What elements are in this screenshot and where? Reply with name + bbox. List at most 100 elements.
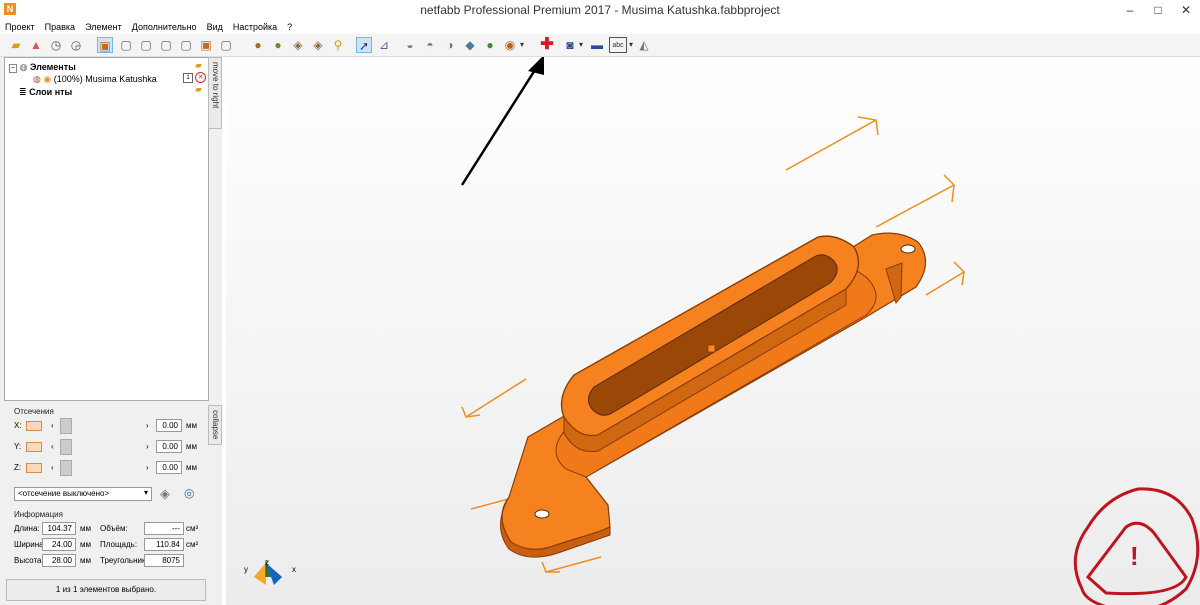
menu-extra[interactable]: Дополнительно bbox=[127, 20, 202, 34]
history-icon[interactable]: ◶ bbox=[68, 37, 84, 53]
tree-part-row[interactable]: ◍ ◉ (100%) Musima Katushka bbox=[33, 73, 157, 85]
folder-icon[interactable]: ▰ bbox=[195, 60, 202, 71]
annotation-arrow bbox=[460, 61, 542, 186]
elements-icon: ◍ bbox=[19, 62, 28, 72]
layer-icon[interactable]: ◒ bbox=[402, 37, 418, 53]
collapse-icon[interactable]: − bbox=[9, 64, 18, 73]
3d-viewport[interactable]: z y x ! bbox=[226, 57, 1200, 605]
cut-settings-icon[interactable]: ◈ bbox=[160, 486, 170, 502]
tree-root[interactable]: − ◍ Элементы bbox=[9, 61, 76, 73]
mesh-icon[interactable]: ◓ bbox=[422, 37, 438, 53]
cut-z-left-arrow-icon[interactable]: ‹ bbox=[51, 463, 54, 472]
tree-layers-row[interactable]: ≣ Слои нты bbox=[19, 86, 72, 98]
add-part-icon[interactable]: ▲ bbox=[28, 37, 44, 53]
collapse-tab[interactable]: collapse bbox=[208, 405, 222, 445]
cut-y-label: Y: bbox=[14, 442, 22, 451]
part-label: (100%) Musima Katushka bbox=[53, 74, 157, 84]
select-cursor-icon[interactable]: ➚ bbox=[356, 37, 372, 53]
width-unit: мм bbox=[80, 540, 91, 549]
cut-x-right-arrow-icon[interactable]: › bbox=[146, 421, 149, 430]
area-unit: см² bbox=[186, 540, 199, 549]
cut-y-slider[interactable] bbox=[60, 439, 72, 455]
menu-element[interactable]: Элемент bbox=[80, 20, 127, 34]
status-bar: 1 из 1 элементов выбрано. bbox=[6, 579, 206, 601]
cut-y-input[interactable]: 0.00 bbox=[156, 440, 182, 453]
support-icon[interactable]: ◭ bbox=[636, 37, 652, 53]
close-button[interactable]: ✕ bbox=[1172, 0, 1200, 20]
shading-icon[interactable]: ● bbox=[250, 37, 266, 53]
cut-z-input[interactable]: 0.00 bbox=[156, 461, 182, 474]
menu-edit[interactable]: Правка bbox=[40, 20, 80, 34]
layers-folder-icon[interactable]: ▰ bbox=[195, 84, 202, 95]
cut-y-left-arrow-icon[interactable]: ‹ bbox=[51, 442, 54, 451]
split-icon[interactable]: ◑ bbox=[442, 37, 458, 53]
toolbar: ▰ ▲ ◷ ◶ ▣ ▢ ▢ ▢ ▢ ▣ ▢ ● ● ◈ ◈ ⚲ ➚ ⊿ ◒ ◓ … bbox=[0, 34, 1200, 57]
analysis-icon[interactable]: ◙ bbox=[562, 37, 578, 53]
length-label: Длина: bbox=[14, 524, 40, 533]
cut-x-left-arrow-icon[interactable]: ‹ bbox=[51, 421, 54, 430]
dropdown-arrow-icon[interactable]: ▾ bbox=[518, 37, 526, 53]
menu-view[interactable]: Вид bbox=[202, 20, 228, 34]
ruler-icon[interactable]: ▬ bbox=[589, 37, 605, 53]
height-label: Высота: bbox=[14, 556, 44, 565]
cut-mode-select[interactable]: <отсечение выключено> ▾ bbox=[14, 487, 152, 501]
layers-label: Слои нты bbox=[29, 87, 73, 97]
cut-section-title: Отсечения bbox=[14, 407, 54, 416]
view-right-icon[interactable]: ▢ bbox=[178, 37, 194, 53]
measure-icon[interactable]: ⊿ bbox=[376, 37, 392, 53]
length-value: 104.37 bbox=[42, 522, 76, 535]
analysis-dropdown-icon[interactable]: ▾ bbox=[577, 37, 585, 53]
length-unit: мм bbox=[80, 524, 91, 533]
view-bottom-icon[interactable]: ▢ bbox=[218, 37, 234, 53]
volume-unit: см³ bbox=[186, 524, 199, 533]
area-label: Площадь: bbox=[100, 540, 138, 549]
part-icon: ◍ bbox=[33, 74, 41, 84]
view-back-icon[interactable]: ▢ bbox=[138, 37, 154, 53]
part-visibility-icon[interactable]: 1 bbox=[183, 73, 193, 83]
open-folder-icon[interactable]: ▰ bbox=[8, 37, 24, 53]
label-abc-icon[interactable]: abc bbox=[609, 37, 627, 53]
sphere-icon[interactable]: ◉ bbox=[502, 37, 518, 53]
cut-y-right-arrow-icon[interactable]: › bbox=[146, 442, 149, 451]
triangles-value: 8075 bbox=[144, 554, 184, 567]
cut-z-slider[interactable] bbox=[60, 460, 72, 476]
fit-view-icon[interactable]: ◈ bbox=[310, 37, 326, 53]
volume-value: --- bbox=[144, 522, 184, 535]
axis-y-label: y bbox=[244, 565, 248, 574]
menu-project[interactable]: Проект bbox=[0, 20, 40, 34]
menu-help[interactable]: ? bbox=[282, 20, 297, 34]
view-left-icon[interactable]: ▢ bbox=[158, 37, 174, 53]
zoom-icon[interactable]: ⚲ bbox=[330, 37, 346, 53]
cut-x-slider[interactable] bbox=[60, 418, 72, 434]
view-front-icon[interactable]: ▢ bbox=[118, 37, 134, 53]
view-iso-icon[interactable]: ▣ bbox=[97, 37, 113, 53]
cut-y-color bbox=[26, 442, 42, 452]
part-eye-icon[interactable]: ◉ bbox=[43, 74, 51, 84]
axis-z-label: z bbox=[265, 558, 269, 567]
axis-x-label: x bbox=[292, 565, 296, 574]
repair-plus-icon[interactable]: ✚ bbox=[539, 37, 555, 53]
height-value: 28.00 bbox=[42, 554, 76, 567]
rotate-icon[interactable]: ◈ bbox=[290, 37, 306, 53]
triangles-label: Треугольники bbox=[100, 556, 150, 565]
cut-x-color bbox=[26, 421, 42, 431]
remove-part-icon[interactable]: ✕ bbox=[195, 72, 206, 83]
cut-z-right-arrow-icon[interactable]: › bbox=[146, 463, 149, 472]
view-top-icon[interactable]: ▣ bbox=[198, 37, 214, 53]
volume-label: Объём: bbox=[100, 524, 128, 533]
menu-bar: Проект Правка Элемент Дополнительно Вид … bbox=[0, 20, 1200, 34]
label-dropdown-icon[interactable]: ▾ bbox=[627, 37, 635, 53]
slice-icon[interactable]: ◆ bbox=[462, 37, 478, 53]
clock-icon[interactable]: ◷ bbox=[48, 37, 64, 53]
minimize-button[interactable]: – bbox=[1116, 0, 1144, 20]
cut-x-unit: мм bbox=[186, 421, 197, 430]
menu-settings[interactable]: Настройка bbox=[228, 20, 282, 34]
cut-x-input[interactable]: 0.00 bbox=[156, 419, 182, 432]
color-icon[interactable]: ● bbox=[482, 37, 498, 53]
maximize-button[interactable]: □ bbox=[1144, 0, 1172, 20]
cut-mode-value: <отсечение выключено> bbox=[18, 489, 110, 498]
move-to-right-tab[interactable]: move to right bbox=[208, 57, 222, 129]
cut-refresh-icon[interactable]: ◎ bbox=[184, 486, 194, 500]
title-bar: N netfabb Professional Premium 2017 - Mu… bbox=[0, 0, 1200, 20]
texture-icon[interactable]: ● bbox=[270, 37, 286, 53]
